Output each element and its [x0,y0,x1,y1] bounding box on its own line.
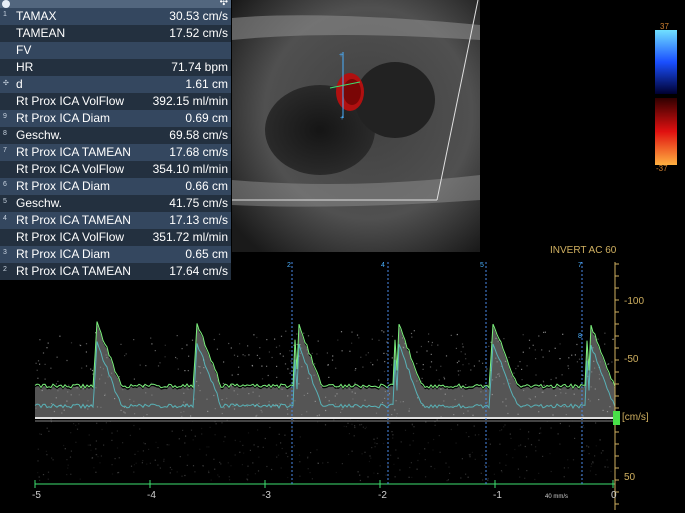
measurement-value: 354.10 ml/min [153,162,228,176]
svg-text:+: + [339,52,343,59]
sweep-speed: 40 mm/s [545,494,568,500]
measurement-row[interactable]: Rt Prox ICA VolFlow 354.10 ml/min [0,161,231,178]
measurement-value: 0.66 cm [185,179,228,193]
measurement-index: 5 [3,198,13,205]
y-tick-label: -100 [624,296,644,307]
velocity-units: [cm/s] [622,412,649,423]
measurement-value: 17.52 cm/s [169,26,228,40]
measurement-row[interactable]: HR 71.74 bpm [0,59,231,76]
colorbar-bottom-label: -37 [656,164,668,173]
measurement-row[interactable]: 1 TAMAX 30.53 cm/s [0,8,231,25]
x-tick-label: 0 [611,490,617,501]
x-tick-label: -1 [493,490,502,501]
measurement-row[interactable]: ✣ d 1.61 cm [0,76,231,93]
collapse-icon[interactable] [2,0,10,8]
svg-text:+: + [340,115,344,122]
measurement-row[interactable]: FV [0,42,231,59]
measurement-row[interactable]: 5 Geschw. 41.75 cm/s [0,195,231,212]
x-tick-label: -5 [32,490,41,501]
measurement-row[interactable]: 9 Rt Prox ICA Diam 0.69 cm [0,110,231,127]
baseline-marker [613,411,620,425]
measurement-row[interactable]: 6 Rt Prox ICA Diam 0.66 cm [0,178,231,195]
measurement-index: 7 [3,147,13,154]
measurement-row[interactable]: Rt Prox ICA VolFlow 351.72 ml/min [0,229,231,246]
measurement-index: 8 [3,130,13,137]
measurement-label: Geschw. [16,128,62,142]
measurement-label: TAMAX [16,9,56,23]
marker-label: 7 [578,262,582,269]
measurement-label: Rt Prox ICA VolFlow [16,162,124,176]
measurement-label: Rt Prox ICA TAMEAN [16,213,131,227]
measurement-value: 17.13 cm/s [169,213,228,227]
measurement-row[interactable]: Rt Prox ICA VolFlow 392.15 ml/min [0,93,231,110]
measurement-value: 30.53 cm/s [169,9,228,23]
panel-header: ✣ [0,0,231,8]
measurement-index: ✣ [3,79,13,87]
measurement-index: 9 [3,113,13,120]
measurement-value: 71.74 bpm [171,60,228,74]
marker-label: 5 [480,262,484,269]
measurement-index: 6 [3,181,13,188]
measurement-index: 4 [3,215,13,222]
measurement-row[interactable]: 7 Rt Prox ICA TAMEAN 17.68 cm/s [0,144,231,161]
color-scale-bar [655,30,677,165]
measurement-label: d [16,77,23,91]
measurement-panel: ✣ 1 TAMAX 30.53 cm/s TAMEAN 17.52 cm/s FV HR 71… [0,0,231,282]
measurement-value: 392.15 ml/min [153,94,228,108]
marker-label: 4 [381,262,385,269]
marker-label: 8 [578,333,582,340]
x-tick-label: -3 [262,490,271,501]
measurement-label: Geschw. [16,196,62,210]
measurement-row[interactable]: 8 Geschw. 69.58 cm/s [0,127,231,144]
envelope-trace [35,322,615,389]
measurement-row[interactable]: TAMEAN 17.52 cm/s [0,25,231,42]
spectral-fill [35,324,615,419]
measurement-value: 69.58 cm/s [169,128,228,142]
measurement-value: 17.68 cm/s [169,145,228,159]
measurement-index: 1 [3,11,13,18]
measurement-label: Rt Prox ICA Diam [16,179,110,193]
y-tick-label: 50 [624,472,635,483]
measurement-label: Rt Prox ICA VolFlow [16,230,124,244]
measurement-value: 0.69 cm [185,111,228,125]
measurement-label: HR [16,60,33,74]
marker-label: 2 [287,262,291,269]
x-tick-label: -4 [147,490,156,501]
measurement-row[interactable]: 4 Rt Prox ICA TAMEAN 17.13 cm/s [0,212,231,229]
measurement-label: FV [16,43,31,57]
colorbar-top-label: 37 [660,22,669,31]
measurement-value: 351.72 ml/min [153,230,228,244]
measurement-label: Rt Prox ICA TAMEAN [16,145,131,159]
x-tick-label: -2 [378,490,387,501]
move-icon[interactable]: ✣ [220,0,228,8]
measurement-label: TAMEAN [16,26,65,40]
mode-label: INVERT AC 60 [550,245,616,256]
measurement-value: 1.61 cm [185,77,228,91]
doppler-spectrum: 2 4 5 7 8 [0,252,685,513]
measurement-label: Rt Prox ICA Diam [16,111,110,125]
y-tick-label: -50 [624,354,638,365]
measurement-value: 41.75 cm/s [169,196,228,210]
measurement-label: Rt Prox ICA VolFlow [16,94,124,108]
